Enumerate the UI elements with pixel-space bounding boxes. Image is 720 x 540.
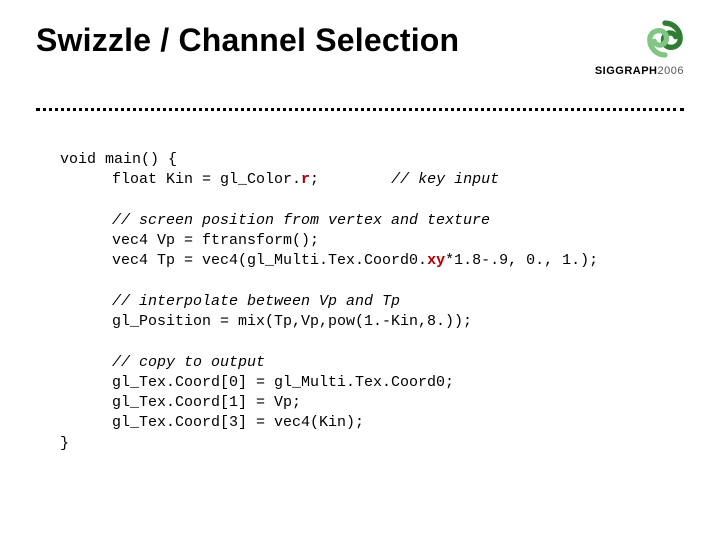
swirl-icon bbox=[646, 20, 684, 63]
code-line: float Kin = gl_Color. bbox=[112, 171, 301, 188]
code-line: } bbox=[60, 435, 69, 452]
code-line: gl_Tex.Coord[3] = vec4(Kin); bbox=[112, 414, 364, 431]
code-comment: // copy to output bbox=[112, 354, 265, 371]
code-line: vec4 Tp = vec4(gl_Multi.Tex.Coord0. bbox=[112, 252, 427, 269]
logo-year: 2006 bbox=[658, 65, 684, 77]
code-comment: // key input bbox=[391, 171, 499, 188]
code-line: ; bbox=[310, 171, 319, 188]
code-line: gl_Position = mix(Tp,Vp,pow(1.-Kin,8.)); bbox=[112, 313, 472, 330]
code-comment: // interpolate between Vp and Tp bbox=[112, 293, 400, 310]
divider bbox=[36, 108, 684, 111]
logo-brand: SIGGRAPH bbox=[595, 65, 658, 77]
code-line: vec4 Vp = ftransform(); bbox=[112, 232, 319, 249]
logo-text: SIGGRAPH2006 bbox=[554, 65, 684, 77]
page-title: Swizzle / Channel Selection bbox=[36, 22, 459, 59]
code-line: void main() { bbox=[60, 151, 177, 168]
code-line: gl_Tex.Coord[0] = gl_Multi.Tex.Coord0; bbox=[112, 374, 454, 391]
code-comment: // screen position from vertex and textu… bbox=[112, 212, 490, 229]
code-line: gl_Tex.Coord[1] = Vp; bbox=[112, 394, 301, 411]
code-block: void main() { float Kin = gl_Color.r; //… bbox=[60, 150, 598, 454]
swizzle-xy: xy bbox=[427, 252, 445, 269]
code-line: *1.8-.9, 0., 1.); bbox=[445, 252, 598, 269]
siggraph-logo: SIGGRAPH2006 bbox=[554, 20, 684, 77]
slide: Swizzle / Channel Selection SIGGRAPH2006… bbox=[0, 0, 720, 540]
swizzle-r: r bbox=[301, 171, 310, 188]
